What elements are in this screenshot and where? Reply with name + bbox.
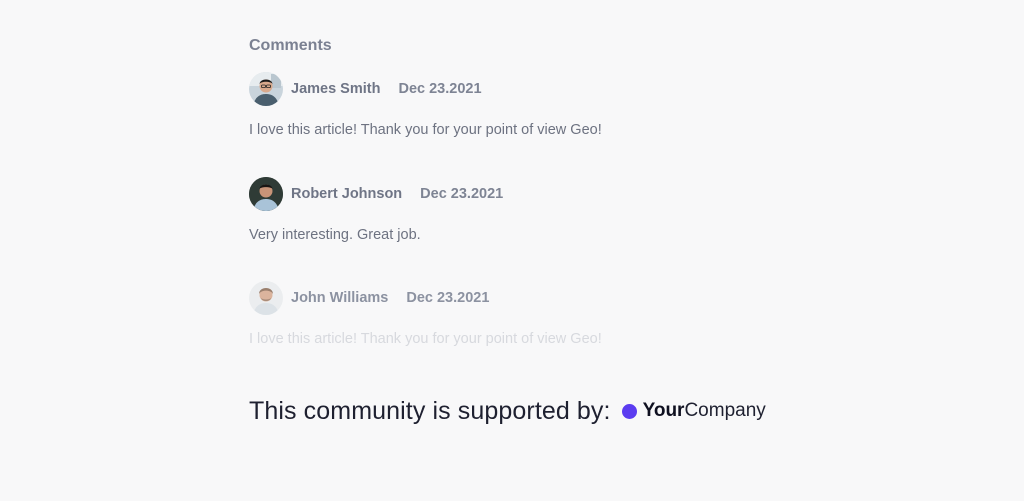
comment-item: James Smith Dec 23.2021 I love this arti… bbox=[249, 72, 809, 139]
person-photo-avatar-icon bbox=[249, 281, 283, 315]
comments-section: Comments bbox=[249, 36, 809, 56]
comment-text: Very interesting. Great job. bbox=[249, 227, 421, 243]
comment-header: Robert Johnson Dec 23.2021 bbox=[249, 177, 809, 211]
sponsor-label: This community is supported by: bbox=[249, 396, 611, 425]
comment-text: I love this article! Thank you for your … bbox=[249, 331, 602, 347]
comment-date: Dec 23.2021 bbox=[398, 81, 482, 97]
avatar[interactable] bbox=[249, 177, 283, 211]
sponsor-brand-logo[interactable]: Your Company bbox=[621, 400, 766, 422]
sponsor-banner: This community is supported by: Your Com… bbox=[249, 394, 766, 428]
brand-name-regular: Company bbox=[684, 400, 766, 421]
page: Comments James Smith Dec 23.2021 I love … bbox=[0, 0, 1024, 501]
avatar[interactable] bbox=[249, 72, 283, 106]
brand-dot-icon bbox=[621, 403, 637, 419]
comment-author[interactable]: Robert Johnson bbox=[291, 186, 402, 202]
comments-title: Comments bbox=[249, 37, 332, 54]
comment-author[interactable]: John Williams bbox=[291, 290, 388, 306]
comment-item: John Williams Dec 23.2021 I love this ar… bbox=[249, 281, 809, 348]
person-photo-avatar-icon bbox=[249, 177, 283, 211]
comment-date: Dec 23.2021 bbox=[406, 290, 490, 306]
comment-author[interactable]: James Smith bbox=[291, 81, 380, 97]
person-photo-avatar-icon bbox=[249, 72, 283, 106]
comment-header: John Williams Dec 23.2021 bbox=[249, 281, 809, 315]
brand-name-bold: Your bbox=[642, 400, 685, 421]
comment-item: Robert Johnson Dec 23.2021 Very interest… bbox=[249, 177, 809, 244]
comment-date: Dec 23.2021 bbox=[420, 186, 504, 202]
comment-header: James Smith Dec 23.2021 bbox=[249, 72, 809, 106]
avatar[interactable] bbox=[249, 281, 283, 315]
comment-text: I love this article! Thank you for your … bbox=[249, 122, 602, 138]
